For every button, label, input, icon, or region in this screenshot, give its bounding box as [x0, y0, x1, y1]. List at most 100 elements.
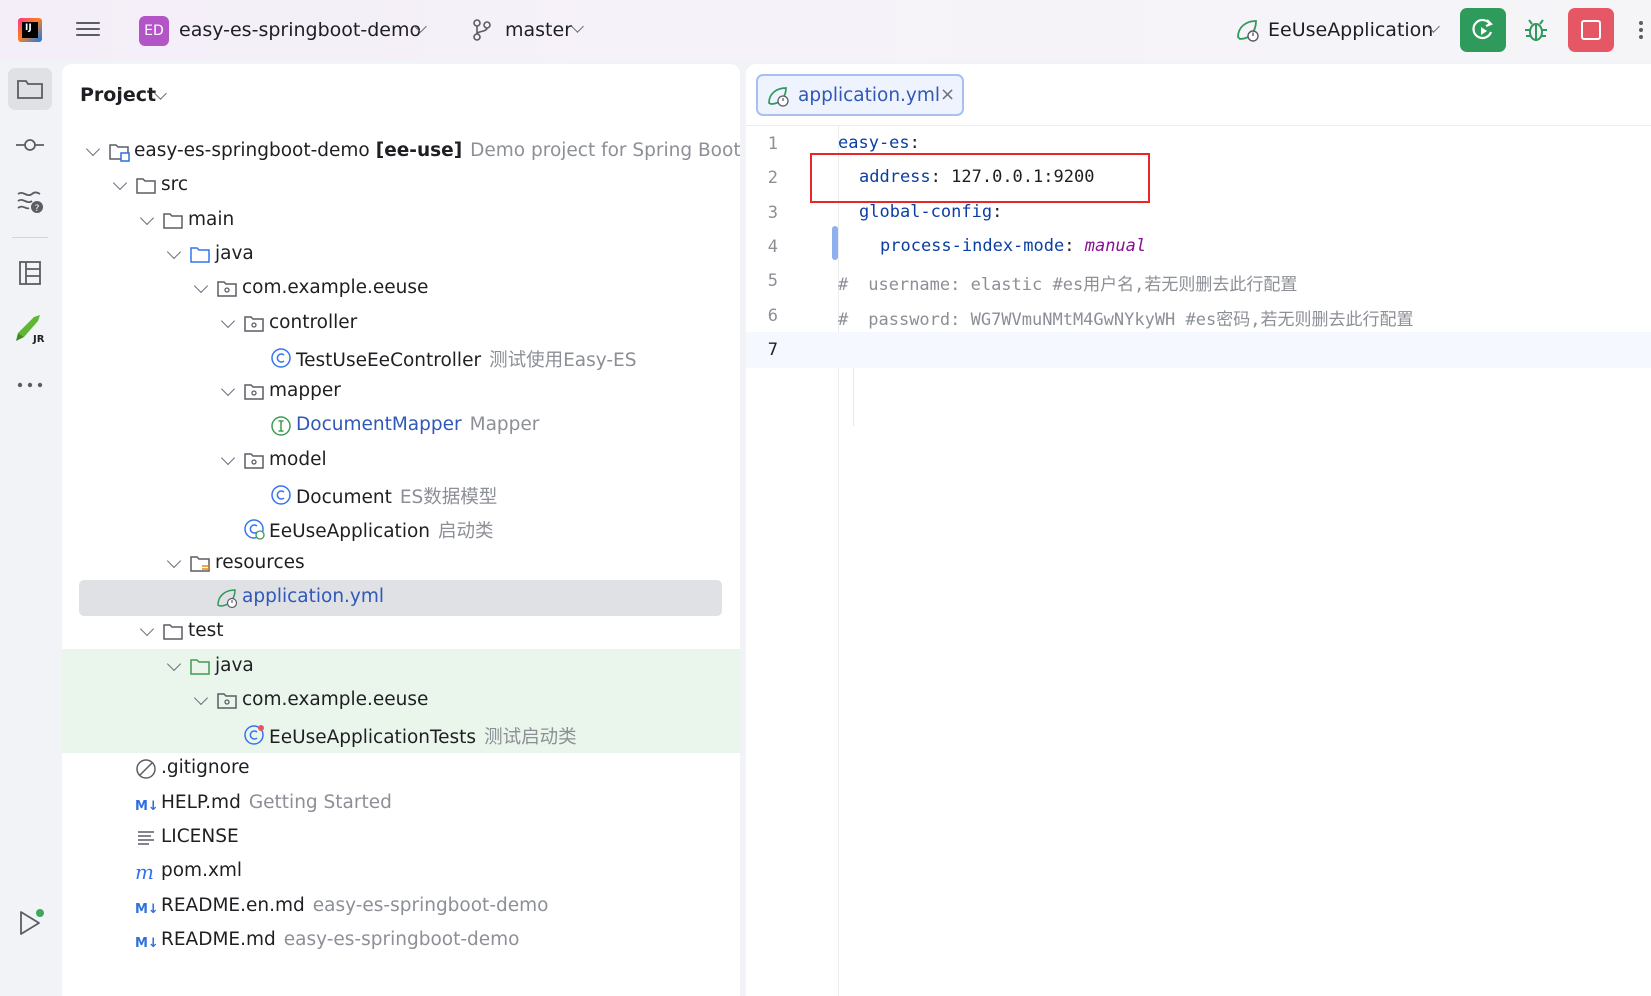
project-tool-button[interactable]: [8, 68, 52, 110]
tree-row[interactable]: java: [62, 648, 740, 685]
tree-item-label: DocumentMapper Mapper: [296, 414, 540, 436]
more-tools-button[interactable]: [8, 364, 52, 406]
tree-row[interactable]: model: [62, 443, 740, 479]
chevron-down-icon[interactable]: [220, 382, 236, 397]
test-class-icon: [244, 725, 264, 745]
chevron-down-icon[interactable]: [139, 210, 155, 225]
chevron-down-icon[interactable]: [85, 141, 101, 157]
code-line[interactable]: 6 # password: WG7WVmuNMtM4GwNYkyWH #es密码,若…: [746, 298, 1651, 334]
tree-item-label: README.md easy-es-springboot-demo: [161, 928, 520, 950]
tree-item-hint: 测试启动类: [484, 727, 577, 749]
chevron-down-icon[interactable]: [220, 313, 236, 328]
tree-row[interactable]: mapper: [62, 374, 740, 410]
tree-row[interactable]: test: [62, 614, 740, 650]
close-icon[interactable]: ×: [940, 84, 955, 105]
tree-row[interactable]: src: [62, 168, 740, 204]
jrebel-tool-button[interactable]: JR: [8, 308, 52, 350]
chevron-down-icon[interactable]: [139, 622, 155, 637]
structure-tool-button[interactable]: [8, 252, 52, 294]
rerun-button[interactable]: [1460, 8, 1506, 52]
git-branch-icon[interactable]: [472, 18, 492, 42]
tree-item-label: test: [188, 620, 224, 642]
commit-icon: [16, 139, 44, 151]
tree-item-label: easy-es-springboot-demo [ee-use] Demo proj…: [134, 140, 740, 161]
tree-row[interactable]: M↓ README.en.md easy-es-springboot-demo: [62, 889, 740, 925]
chevron-down-icon[interactable]: [193, 279, 209, 294]
folder-icon: [163, 624, 183, 640]
tree-row[interactable]: java: [62, 237, 740, 273]
tree-item-label: HELP.md Getting Started: [161, 791, 392, 813]
code-text: process-index-mode: manual: [880, 235, 1147, 256]
tree-item-hint: 启动类: [438, 521, 494, 543]
run-configuration-name[interactable]: EeUseApplication: [1268, 19, 1433, 41]
tree-row[interactable]: .gitignore: [62, 751, 740, 787]
structure-icon: [19, 261, 41, 285]
tree-row[interactable]: controller: [62, 306, 740, 342]
tree-row[interactable]: M↓ README.md easy-es-springboot-demo: [62, 923, 740, 959]
chevron-down-icon[interactable]: [220, 450, 236, 465]
tree-item-hint: easy-es-springboot-demo: [312, 894, 549, 916]
code-line[interactable]: 5 # username: elastic #es用户名,若无则删去此行配置: [746, 263, 1651, 299]
run-tool-button[interactable]: [8, 902, 52, 944]
code-text: global-config:: [859, 201, 1003, 222]
tree-row[interactable]: Document ES数据模型: [62, 477, 740, 513]
chevron-down-icon[interactable]: [571, 20, 584, 33]
tree-item-label: pom.xml: [161, 860, 243, 882]
tree-item-hint: Demo project for Spring Boot - C: [470, 140, 740, 161]
chevron-down-icon[interactable]: [193, 690, 209, 705]
chevron-down-icon[interactable]: [166, 656, 182, 671]
tree-row[interactable]: DocumentMapper Mapper: [62, 408, 740, 444]
tree-item-label: Document ES数据模型: [296, 487, 498, 508]
chevron-down-icon[interactable]: [166, 244, 182, 259]
chevron-down-icon[interactable]: [112, 176, 128, 191]
code-line[interactable]: 4 process-index-mode: manual: [746, 229, 1651, 265]
code-text: # username: elastic #es用户名,若无则删去此行配置: [838, 275, 1298, 296]
package-icon: [217, 693, 237, 709]
tree-row[interactable]: m pom.xml: [62, 854, 740, 890]
tree-row[interactable]: application.yml: [62, 579, 740, 616]
tree-row[interactable]: easy-es-springboot-demo [ee-use] Demo proj…: [62, 134, 740, 170]
pull-requests-tool-button[interactable]: ?: [8, 180, 52, 222]
tree-row[interactable]: LICENSE: [62, 820, 740, 856]
svg-text:M↓: M↓: [135, 902, 157, 917]
project-badge[interactable]: ED: [139, 16, 169, 46]
tree-row[interactable]: com.example.eeuse: [62, 682, 740, 719]
tool-window-strip: ? JR: [0, 60, 60, 996]
tree-row[interactable]: M↓ HELP.md Getting Started: [62, 786, 740, 822]
project-panel-title[interactable]: Project: [80, 84, 156, 106]
more-vertical-icon[interactable]: [1638, 18, 1644, 42]
interface-icon: [271, 416, 291, 437]
git-branch-name[interactable]: master: [505, 19, 572, 41]
tree-item-label: com.example.eeuse: [242, 277, 429, 299]
tree-item-label: main: [188, 208, 235, 230]
tree-row[interactable]: TestUseEeController 测试使用Easy-ES: [62, 340, 740, 376]
spring-boot-run-config-icon[interactable]: [1234, 17, 1260, 43]
main-menu-icon[interactable]: [76, 18, 100, 40]
package-icon: [244, 452, 264, 469]
stop-button[interactable]: [1568, 8, 1614, 52]
tree-row[interactable]: resources: [62, 546, 740, 582]
tree-item-label: TestUseEeController 测试使用Easy-ES: [296, 349, 637, 371]
tree-item-label: resources: [215, 551, 305, 573]
tree-item-label: src: [161, 174, 189, 196]
source-folder-icon: [190, 247, 210, 263]
markdown-icon: M↓: [135, 799, 157, 814]
intellij-logo-icon[interactable]: IJ: [18, 18, 42, 42]
tree-row[interactable]: main: [62, 203, 740, 239]
vcs-change-marker[interactable]: [832, 226, 838, 260]
tree-row[interactable]: EeUseApplicationTests 测试启动类: [62, 717, 740, 754]
tree-row[interactable]: EeUseApplication 启动类: [62, 511, 740, 547]
chevron-down-icon[interactable]: [166, 553, 182, 568]
debug-icon[interactable]: [1522, 16, 1550, 44]
commit-tool-button[interactable]: [8, 124, 52, 166]
test-folder-icon: [190, 658, 210, 675]
folder-icon: [17, 80, 43, 99]
code-text: # password: WG7WVmuNMtM4GwNYkyWH #es密码,若无…: [838, 309, 1414, 330]
code-line[interactable]: 7: [746, 331, 1651, 368]
tree-item-label: model: [269, 448, 327, 470]
tree-row[interactable]: com.example.eeuse: [62, 271, 740, 307]
editor-tab-application-yml[interactable]: application.yml ×: [756, 74, 964, 116]
tree-item-label: application.yml: [242, 585, 385, 607]
project-widget-name[interactable]: easy-es-springboot-demo: [179, 19, 421, 41]
tree-item-label: .gitignore: [161, 757, 250, 779]
